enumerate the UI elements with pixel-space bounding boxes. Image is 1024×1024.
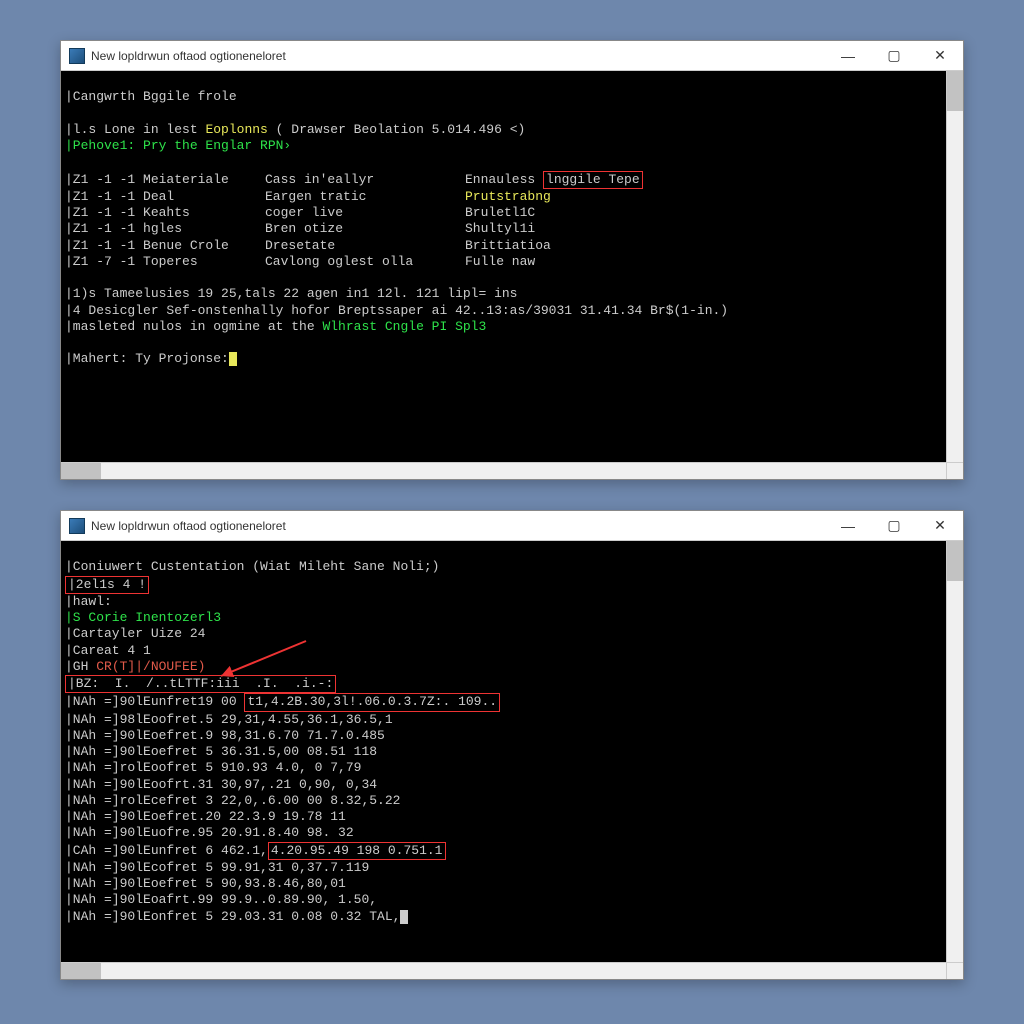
out-line: |GH CR(T]|/NOUFEE) xyxy=(65,659,205,674)
out-line: |Careat 4 1 xyxy=(65,643,151,658)
terminal-window-2: New lopldrwun oftaod ogtioneneloret — ▢ … xyxy=(60,510,964,980)
vertical-scrollbar[interactable] xyxy=(946,71,963,462)
table-row: |Z1 -1 -1 DealEargen traticPrutstrabng xyxy=(65,189,551,204)
terminal-output[interactable]: |Cangwrth Bggile frole |l.s Lone in lest… xyxy=(61,71,946,462)
out-line: |NAh =]rolEcefret 3 22,0,.6.00 00 8.32,5… xyxy=(65,793,400,808)
table-row: |Z1 -7 -1 ToperesCavlong oglest ollaFull… xyxy=(65,254,535,269)
window-controls: — ▢ ✕ xyxy=(825,511,963,540)
titlebar[interactable]: New lopldrwun oftaod ogtioneneloret — ▢ … xyxy=(61,511,963,541)
out-line: |4 Desicgler Sef-onstenhally hofor Brept… xyxy=(65,303,728,318)
highlight-box: |2el1s 4 ! xyxy=(65,576,149,594)
out-line: |S Corie Inentozerl3 xyxy=(65,610,221,625)
out-line: |NAh =]90lEoofrt.31 30,97,.21 0,90, 0,34 xyxy=(65,777,377,792)
prompt-line[interactable]: |Mahert: Ty Projonse: xyxy=(65,351,237,366)
out-line: |NAh =]90lEuofre.95 20.91.8.40 98. 32 xyxy=(65,825,354,840)
out-line: |NAh =]90lEoafrt.99 99.9..0.89.90, 1.50, xyxy=(65,892,377,907)
terminal-output[interactable]: |Coniuwert Custentation (Wiat Mileht San… xyxy=(61,541,946,962)
highlight-box: |BZ: I. /..tLTTF:iii .I. .i.-: xyxy=(65,675,336,693)
close-button[interactable]: ✕ xyxy=(917,511,963,540)
table-row: |Z1 -1 -1 hglesBren otizeShultyl1i xyxy=(65,221,535,236)
cursor-icon xyxy=(400,910,408,924)
app-icon xyxy=(69,48,85,64)
out-line: |Cangwrth Bggile frole xyxy=(65,89,237,104)
maximize-button[interactable]: ▢ xyxy=(871,511,917,540)
out-line: |Coniuwert Custentation (Wiat Mileht San… xyxy=(65,559,439,574)
app-icon xyxy=(69,518,85,534)
out-line: |NAh =]98lEoofret.5 29,31,4.55,36.1,36.5… xyxy=(65,712,393,727)
titlebar[interactable]: New lopldrwun oftaod ogtioneneloret — ▢ … xyxy=(61,41,963,71)
terminal-body: |Coniuwert Custentation (Wiat Mileht San… xyxy=(61,541,963,979)
out-line: |NAh =]90lEoefret 5 90,93.8.46,80,01 xyxy=(65,876,346,891)
highlight-box: lnggile Tepe xyxy=(543,171,643,189)
vertical-scrollbar[interactable] xyxy=(946,541,963,962)
cursor-icon xyxy=(229,352,237,366)
out-line: |1)s Tameelusies 19 25,tals 22 agen in1 … xyxy=(65,286,517,301)
out-line: |Pehove1: Pry the Englar RPN› xyxy=(65,138,291,153)
out-line: |NAh =]90lEoefret.20 22.3.9 19.78 11 xyxy=(65,809,346,824)
out-line: |l.s Lone in lest Eoplonns ( Drawser Beo… xyxy=(65,122,525,137)
out-line: |NAh =]rolEoofret 5 910.93 4.0, 0 7,79 xyxy=(65,760,361,775)
horizontal-scrollbar[interactable] xyxy=(61,962,946,979)
out-line: |NAh =]90lEunfret19 00 t1,4.2B.30,3l!.06… xyxy=(65,694,500,709)
highlight-box: 4.20.95.49 198 0.751.1 xyxy=(268,842,446,860)
scrollbar-thumb[interactable] xyxy=(947,541,963,581)
table-row: |Z1 -1 -1 Benue CroleDresetateBrittiatio… xyxy=(65,238,551,253)
horizontal-scrollbar[interactable] xyxy=(61,462,946,479)
highlight-box: t1,4.2B.30,3l!.06.0.3.7Z:. 109.. xyxy=(244,693,500,711)
table-row: |Z1 -1 -1 Keahtscoger liveBruletl1C xyxy=(65,205,535,220)
window-controls: — ▢ ✕ xyxy=(825,41,963,70)
out-line: |NAh =]90lEoefret.9 98,31.6.70 71.7.0.48… xyxy=(65,728,385,743)
out-line: |2el1s 4 ! xyxy=(65,577,149,592)
window-title: New lopldrwun oftaod ogtioneneloret xyxy=(91,49,825,63)
out-line: |NAh =]90lEoefret 5 36.31.5,00 08.51 118 xyxy=(65,744,377,759)
out-line: |NAh =]90lEonfret 5 29.03.31 0.08 0.32 T… xyxy=(65,909,408,924)
window-title: New lopldrwun oftaod ogtioneneloret xyxy=(91,519,825,533)
terminal-body: |Cangwrth Bggile frole |l.s Lone in lest… xyxy=(61,71,963,479)
scrollbar-thumb[interactable] xyxy=(61,963,101,979)
out-line: |Cartayler Uize 24 xyxy=(65,626,205,641)
close-button[interactable]: ✕ xyxy=(917,41,963,70)
maximize-button[interactable]: ▢ xyxy=(871,41,917,70)
table-row: |Z1 -1 -1 MeiaterialeCass in'eallyrEnnau… xyxy=(65,172,643,187)
out-line: |hawl: xyxy=(65,594,112,609)
scroll-corner xyxy=(946,962,963,979)
scroll-corner xyxy=(946,462,963,479)
terminal-window-1: New lopldrwun oftaod ogtioneneloret — ▢ … xyxy=(60,40,964,480)
out-line: |NAh =]90lEcofret 5 99.91,31 0,37.7.119 xyxy=(65,860,369,875)
minimize-button[interactable]: — xyxy=(825,511,871,540)
out-line: |BZ: I. /..tLTTF:iii .I. .i.-: xyxy=(65,676,336,691)
out-line: |CAh =]90lEunfret 6 462.1,4.20.95.49 198… xyxy=(65,843,446,858)
scrollbar-thumb[interactable] xyxy=(947,71,963,111)
minimize-button[interactable]: — xyxy=(825,41,871,70)
out-line: |masleted nulos in ogmine at the Wlhrast… xyxy=(65,319,486,334)
scrollbar-thumb[interactable] xyxy=(61,463,101,479)
